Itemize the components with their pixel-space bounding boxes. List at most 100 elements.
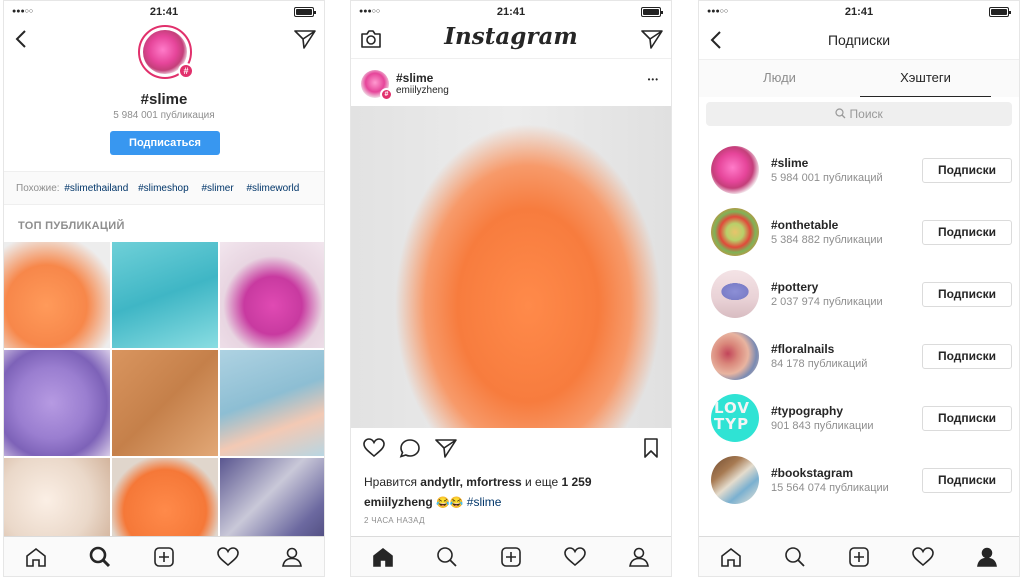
tab-activity[interactable] (562, 544, 588, 570)
post-thumbnail[interactable] (112, 242, 218, 348)
following-button[interactable]: Подписки (922, 344, 1012, 369)
add-icon (154, 546, 174, 567)
hashtag-screen: ●●●○○ 21:41 # #slime 5 984 001 публикаци… (3, 0, 325, 577)
search-bar[interactable]: Поиск (706, 102, 1012, 126)
post-hashtag[interactable]: #slime (396, 71, 433, 85)
following-button[interactable]: Подписки (922, 220, 1012, 245)
status-bar: ●●●○○ 21:41 (351, 1, 671, 23)
list-item[interactable]: LOVTYP #typography 901 843 публикации По… (699, 387, 1019, 449)
tab-activity[interactable] (215, 544, 241, 570)
profile-icon (629, 547, 649, 567)
list-item[interactable]: #slime 5 984 001 публикаций Подписки (699, 139, 1019, 201)
add-icon (849, 546, 869, 567)
related-tag[interactable]: #slimer (201, 183, 233, 194)
tab-home[interactable] (23, 544, 49, 570)
related-bar: Похожие: #slimethailand #slimeshop #slim… (4, 171, 324, 205)
top-posts-grid (4, 242, 324, 564)
search-icon (835, 108, 846, 119)
follow-button[interactable]: Подписаться (110, 131, 220, 155)
home-icon (721, 547, 741, 567)
tab-add[interactable] (846, 544, 872, 570)
share-button[interactable] (435, 438, 457, 458)
hashtag-thumbnail (711, 208, 759, 256)
tab-home[interactable] (718, 544, 744, 570)
clock: 21:41 (496, 6, 526, 18)
tab-profile[interactable] (974, 544, 1000, 570)
hashtag-thumbnail: LOVTYP (711, 394, 759, 442)
list-item[interactable]: #bookstagram 15 564 074 публикации Подпи… (699, 449, 1019, 511)
search-icon (785, 546, 805, 567)
save-button[interactable] (643, 438, 659, 458)
caption-hashtag[interactable]: #slime (467, 495, 502, 509)
hashtag-count: 15 564 074 публикации (771, 482, 889, 494)
hashtag-name: #bookstagram (771, 466, 854, 480)
hashtag-name: #onthetable (771, 218, 839, 232)
tab-activity[interactable] (910, 544, 936, 570)
battery-icon (641, 7, 663, 17)
post-username[interactable]: emiilyzheng (396, 85, 449, 96)
back-button[interactable] (14, 29, 28, 49)
list-item[interactable]: #onthetable 5 384 882 публикации Подписк… (699, 201, 1019, 263)
post-count: 5 984 001 публикация (113, 110, 215, 121)
post-actions (351, 431, 671, 465)
like-button[interactable] (363, 438, 385, 458)
comment-button[interactable] (399, 438, 421, 458)
related-tag[interactable]: #slimeworld (246, 183, 299, 194)
following-button[interactable]: Подписки (922, 282, 1012, 307)
list-item[interactable]: #floralnails 84 178 публикаций Подписки (699, 325, 1019, 387)
hashtag-count: 5 984 001 публикаций (771, 172, 883, 184)
home-icon (26, 547, 46, 567)
feed-screen: ●●●○○ 21:41 Instagram # #slime emiilyzhe… (350, 0, 672, 577)
direct-button[interactable] (641, 29, 663, 49)
clock: 21:41 (149, 6, 179, 18)
post-header: # #slime emiilyzheng ••• (351, 58, 671, 106)
post-thumbnail[interactable] (112, 350, 218, 456)
tab-search[interactable] (87, 544, 113, 570)
related-tag[interactable]: #slimeshop (138, 183, 189, 194)
caption-username[interactable]: emiilyzheng (364, 495, 433, 509)
battery-icon (989, 7, 1011, 17)
tab-search[interactable] (782, 544, 808, 570)
tab-people[interactable]: Люди (699, 70, 860, 85)
hashtag-badge: # (178, 63, 194, 79)
tab-home[interactable] (370, 544, 396, 570)
tab-profile[interactable] (626, 544, 652, 570)
following-button[interactable]: Подписки (922, 158, 1012, 183)
likes-count[interactable]: 1 259 (561, 475, 591, 489)
active-tab-indicator (860, 96, 991, 97)
post-image[interactable] (351, 106, 671, 428)
share-button[interactable] (294, 29, 316, 49)
list-item[interactable]: #pottery 2 037 974 публикации Подписки (699, 263, 1019, 325)
tab-hashtags[interactable]: Хэштеги (860, 70, 991, 85)
tab-profile[interactable] (279, 544, 305, 570)
hashtag-count: 901 843 публикации (771, 420, 874, 432)
following-button[interactable]: Подписки (922, 468, 1012, 493)
tab-search[interactable] (434, 544, 460, 570)
hashtag-count: 2 037 974 публикации (771, 296, 883, 308)
post-thumbnail[interactable] (220, 242, 324, 348)
likes-prefix: Нравится (364, 475, 417, 489)
back-icon (15, 30, 26, 48)
heart-icon (217, 546, 239, 566)
likes-line: Нравится andytlr, mfortress и еще 1 259 (364, 475, 592, 489)
hashtag-list: #slime 5 984 001 публикаций Подписки #on… (699, 139, 1019, 511)
search-icon (89, 546, 111, 567)
post-thumbnail[interactable] (4, 242, 110, 348)
more-options-button[interactable]: ••• (648, 75, 659, 84)
post-thumbnail[interactable] (220, 350, 324, 456)
search-placeholder: Поиск (849, 107, 883, 121)
tab-bar (351, 536, 671, 576)
post-avatar[interactable]: # (361, 70, 393, 101)
following-screen: ●●●○○ 21:41 Подписки Люди Хэштеги Поиск … (698, 0, 1020, 577)
related-tag[interactable]: #slimethailand (64, 183, 128, 194)
hashtag-thumbnail (711, 146, 759, 194)
tab-add[interactable] (498, 544, 524, 570)
tab-add[interactable] (151, 544, 177, 570)
likers[interactable]: andytlr, mfortress (420, 475, 521, 489)
likes-and: и еще (525, 475, 559, 489)
profile-icon (977, 547, 997, 567)
post-thumbnail[interactable] (4, 350, 110, 456)
tab-bar (699, 536, 1019, 576)
hashtag-name: #slime (771, 156, 809, 170)
following-button[interactable]: Подписки (922, 406, 1012, 431)
